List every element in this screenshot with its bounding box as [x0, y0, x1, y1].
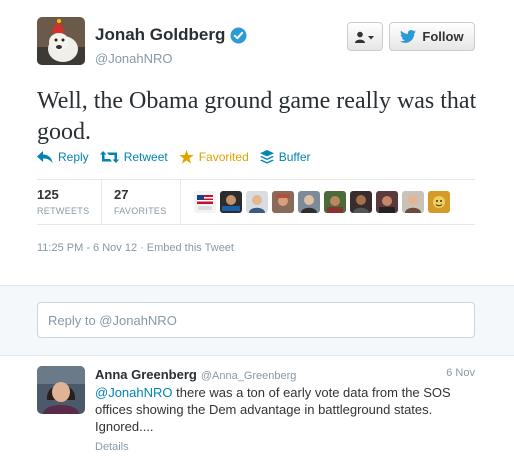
meta-separator: · — [140, 242, 144, 254]
star-icon — [178, 150, 194, 164]
author-handle[interactable]: @JonahNRO — [95, 51, 173, 66]
retweet-icon — [99, 151, 119, 163]
favorites-stat[interactable]: 27 FAVORITES — [114, 187, 167, 216]
favoriter-avatar[interactable] — [350, 191, 372, 213]
favoriter-avatar[interactable] — [272, 191, 294, 213]
reply-author-name[interactable]: Anna Greenberg — [95, 367, 197, 382]
favoriter-avatar[interactable] — [428, 191, 450, 213]
verified-badge-icon — [230, 27, 247, 44]
buffer-label: Buffer — [278, 150, 311, 164]
reply-icon — [37, 151, 53, 163]
reply-author-handle[interactable]: @Anna_Greenberg — [201, 370, 297, 382]
favorites-count: 27 — [114, 187, 129, 202]
stat-divider — [101, 180, 102, 225]
favoriter-avatar[interactable] — [376, 191, 398, 213]
user-actions-button[interactable] — [347, 22, 383, 51]
follow-button[interactable]: Follow — [389, 22, 475, 51]
reply-compose-area: Reply to @JonahNRO — [0, 285, 514, 356]
follow-label: Follow — [422, 29, 464, 44]
twitter-bird-icon — [400, 30, 417, 43]
favorites-label: FAVORITES — [114, 206, 167, 216]
tweet-actions: Reply Retweet Favorited Buffer — [37, 150, 322, 164]
favorite-action[interactable]: Favorited — [178, 150, 249, 164]
embed-tweet-link[interactable]: Embed this Tweet — [147, 242, 234, 254]
reply-header: Anna Greenberg @Anna_Greenberg 6 Nov — [95, 366, 475, 384]
stat-divider — [180, 180, 181, 225]
favoriter-avatar[interactable] — [246, 191, 268, 213]
buffer-icon — [259, 150, 274, 164]
reply-input[interactable]: Reply to @JonahNRO — [37, 302, 475, 338]
tweet-stats: 125 RETWEETS 27 FAVORITES — [37, 179, 475, 225]
reply-tweet: Anna Greenberg @Anna_Greenberg 6 Nov @Jon… — [0, 356, 514, 456]
retweets-label: RETWEETS — [37, 206, 90, 216]
reply-action[interactable]: Reply — [37, 150, 89, 164]
tweet-card: Jonah Goldberg @JonahNRO Follow Well, th… — [0, 0, 514, 285]
favoriters-avatars — [194, 191, 454, 213]
author-avatar[interactable] — [37, 17, 85, 65]
reply-label: Reply — [58, 150, 89, 164]
favoriter-avatar[interactable] — [324, 191, 346, 213]
retweet-label: Retweet — [123, 150, 168, 164]
favoriter-avatar[interactable] — [194, 191, 216, 213]
reply-details-link[interactable]: Details — [95, 441, 129, 453]
reply-date[interactable]: 6 Nov — [446, 367, 475, 379]
tweet-meta: 11:25 PM - 6 Nov 12 · Embed this Tweet — [37, 242, 234, 254]
buffer-action[interactable]: Buffer — [259, 150, 311, 164]
favoriter-avatar[interactable] — [402, 191, 424, 213]
favorite-label: Favorited — [198, 150, 249, 164]
favoriter-avatar[interactable] — [298, 191, 320, 213]
tweet-text: Well, the Obama ground game really was t… — [37, 88, 477, 145]
retweet-action[interactable]: Retweet — [99, 150, 168, 164]
author-name[interactable]: Jonah Goldberg — [95, 25, 225, 45]
reply-mention-link[interactable]: @JonahNRO — [95, 385, 173, 400]
reply-author-avatar[interactable] — [37, 366, 85, 414]
retweets-stat[interactable]: 125 RETWEETS — [37, 187, 89, 216]
user-dropdown-icon — [355, 31, 374, 43]
retweets-count: 125 — [37, 187, 59, 202]
reply-text: @JonahNRO there was a ton of early vote … — [95, 384, 475, 435]
tweet-timestamp[interactable]: 11:25 PM - 6 Nov 12 — [37, 242, 137, 254]
favoriter-avatar[interactable] — [220, 191, 242, 213]
